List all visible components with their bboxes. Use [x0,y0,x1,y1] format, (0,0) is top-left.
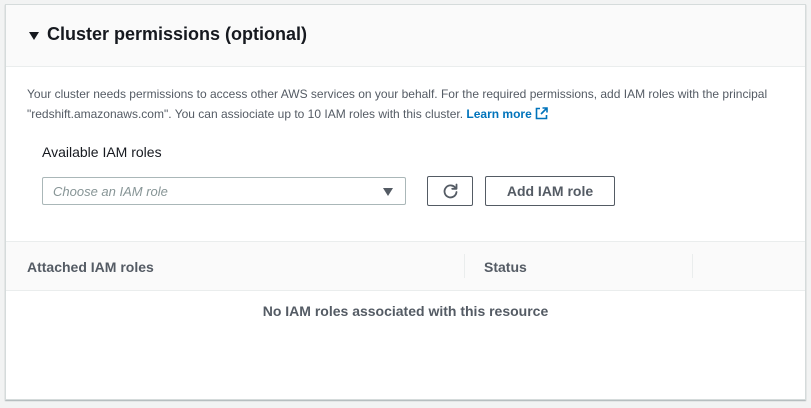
section-description: Your cluster needs permissions to access… [27,84,787,126]
attached-roles-table-header: Attached IAM roles Status [6,241,805,291]
iam-role-select-placeholder: Choose an IAM role [53,184,168,199]
column-header-status[interactable]: Status [484,259,527,275]
column-divider[interactable] [692,254,693,278]
caret-down-icon[interactable] [29,32,39,40]
external-link-icon [535,106,548,126]
section-title[interactable]: Cluster permissions (optional) [47,24,307,45]
column-header-attached-iam-roles[interactable]: Attached IAM roles [27,259,154,275]
add-iam-role-button[interactable]: Add IAM role [485,176,615,206]
chevron-down-icon [383,188,393,196]
learn-more-link[interactable]: Learn more [466,107,548,121]
available-iam-roles-label: Available IAM roles [42,144,162,160]
table-empty-message: No IAM roles associated with this resour… [262,303,549,319]
column-divider[interactable] [464,254,465,278]
panel-header[interactable]: Cluster permissions (optional) [6,5,805,67]
refresh-icon [443,183,458,199]
refresh-button[interactable] [427,176,473,206]
cluster-permissions-panel: Cluster permissions (optional) Your clus… [5,4,806,400]
description-text: Your cluster needs permissions to access… [27,87,768,121]
iam-role-select[interactable]: Choose an IAM role [42,177,406,205]
learn-more-label: Learn more [466,107,532,121]
